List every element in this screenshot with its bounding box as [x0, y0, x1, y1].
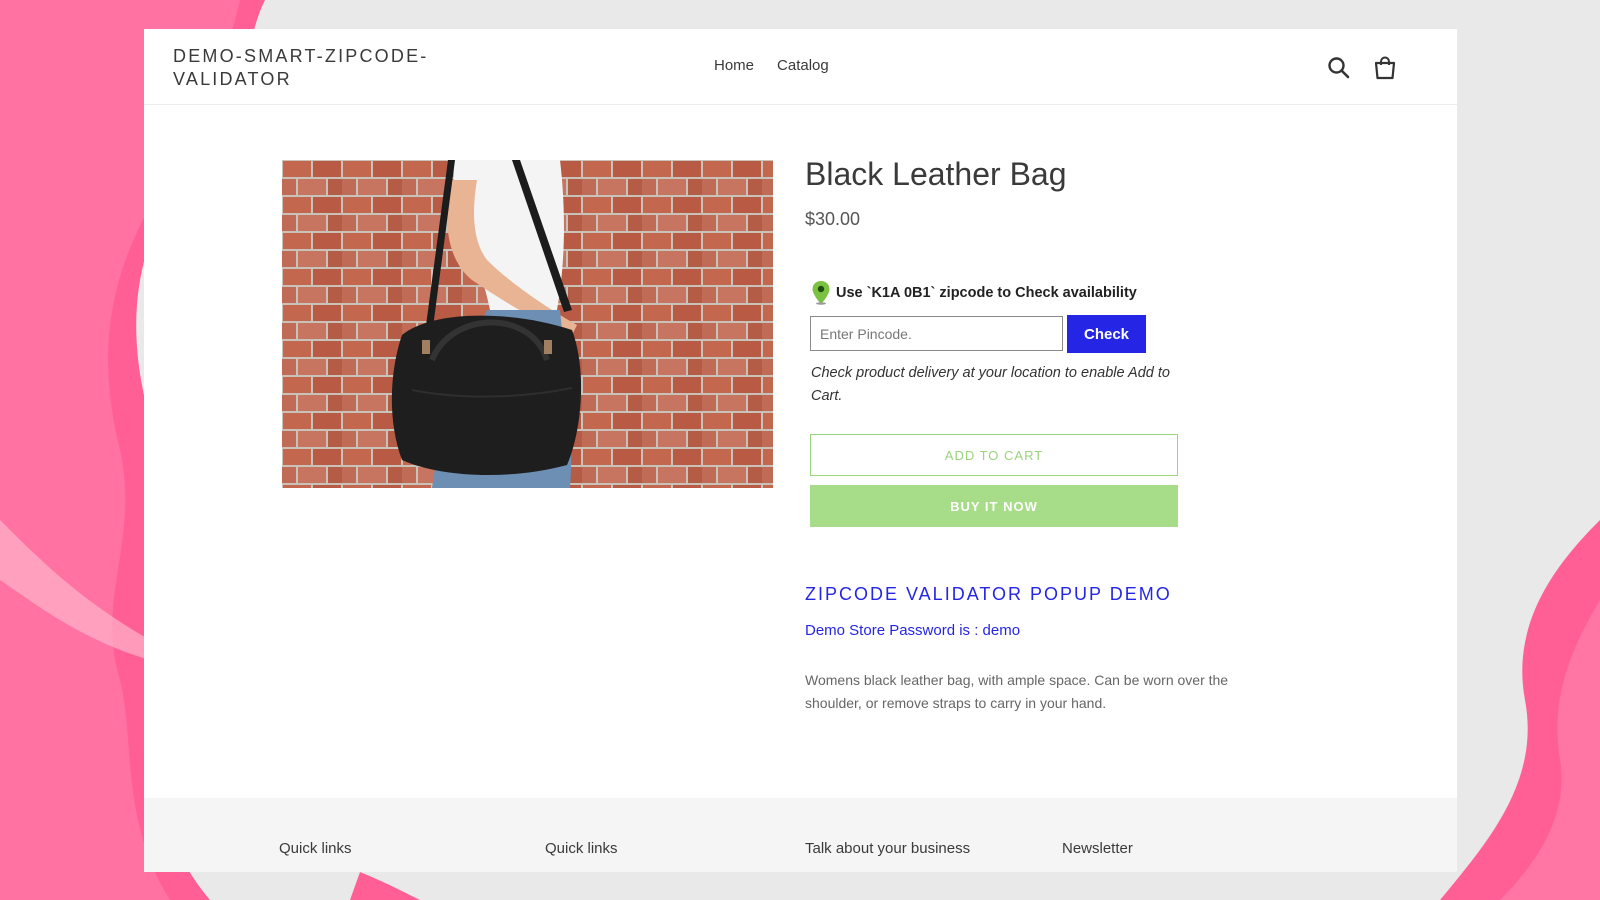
map-pin-icon — [812, 281, 830, 305]
store-logo[interactable]: DEMO-SMART-ZIPCODE-VALIDATOR — [173, 45, 453, 91]
pincode-input[interactable] — [810, 316, 1063, 351]
site-header: DEMO-SMART-ZIPCODE-VALIDATOR Home Catalo… — [144, 29, 1457, 105]
add-to-cart-button[interactable]: ADD TO CART — [810, 434, 1178, 476]
product-description: Womens black leather bag, with ample spa… — [805, 672, 1229, 711]
footer-business: Talk about your business — [805, 840, 971, 857]
zipcode-demo-heading: ZIPCODE VALIDATOR POPUP DEMO — [805, 584, 1172, 604]
search-icon[interactable] — [1326, 55, 1352, 81]
check-button[interactable]: Check — [1067, 315, 1146, 353]
product-price: $30.00 — [805, 209, 861, 229]
store-page: DEMO-SMART-ZIPCODE-VALIDATOR Home Catalo… — [144, 29, 1457, 872]
footer-quick-links-1: Quick links — [279, 840, 352, 857]
footer-newsletter: Newsletter — [1062, 840, 1133, 857]
cart-icon[interactable] — [1372, 55, 1398, 81]
site-footer: Quick links Quick links Talk about your … — [144, 798, 1457, 872]
zipcode-prompt: Use `K1A 0B1` zipcode to Check availabil… — [812, 281, 1137, 305]
nav-catalog-link[interactable]: Catalog — [777, 57, 829, 74]
footer-quick-links-2: Quick links — [545, 840, 618, 857]
product-photo — [282, 160, 773, 488]
product-title: Black Leather Bag — [805, 156, 1067, 192]
delivery-note: Check product delivery at your location … — [811, 365, 1170, 404]
main-nav: Home Catalog — [714, 57, 829, 74]
demo-password-link[interactable]: Demo Store Password is : demo — [805, 622, 1020, 639]
zipcode-prompt-text: Use `K1A 0B1` zipcode to Check availabil… — [836, 285, 1137, 301]
nav-home-link[interactable]: Home — [714, 57, 754, 74]
buy-now-button[interactable]: BUY IT NOW — [810, 485, 1178, 527]
